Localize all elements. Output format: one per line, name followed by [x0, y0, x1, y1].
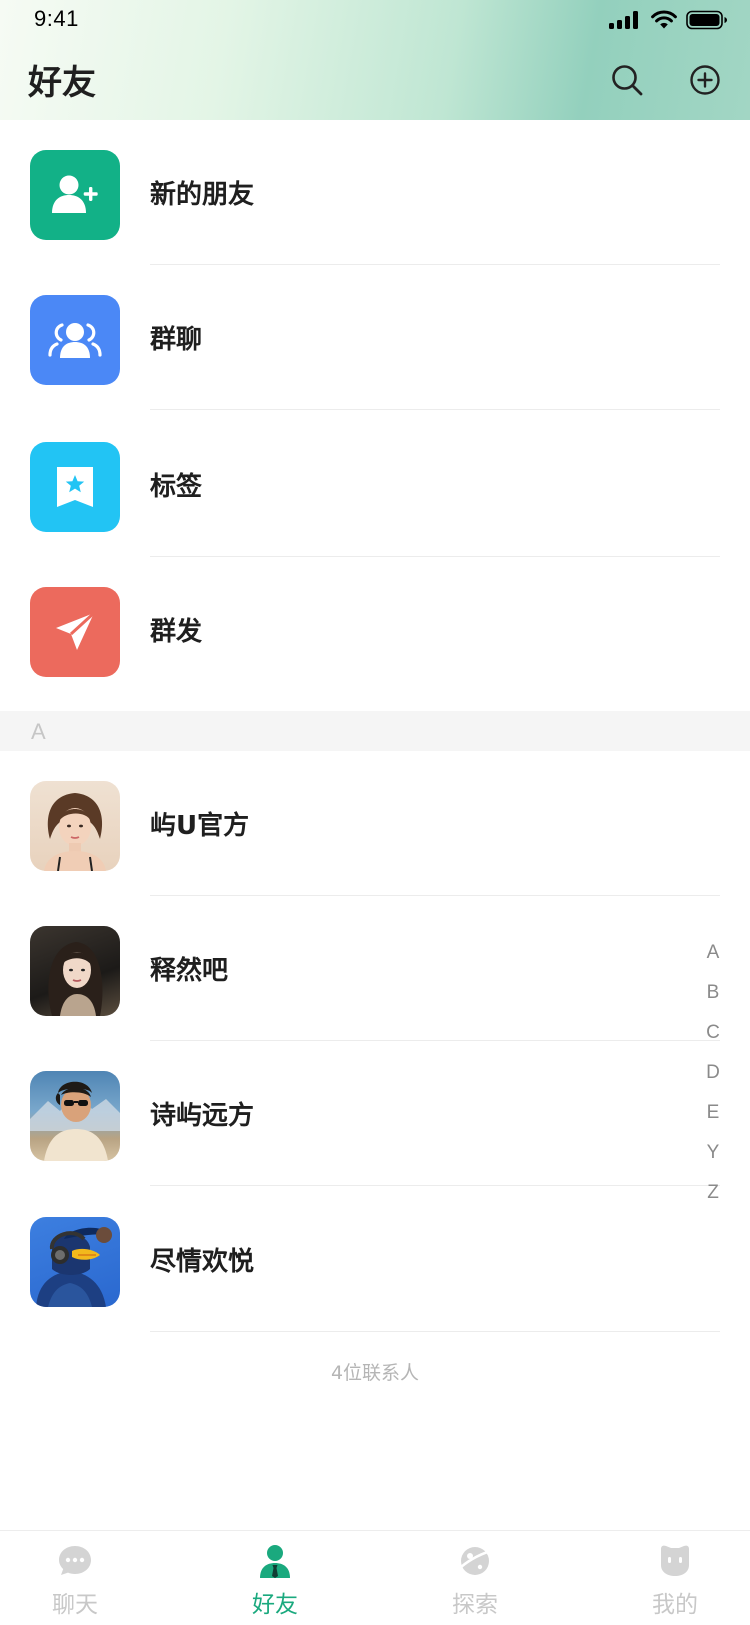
index-letter[interactable]: B	[707, 973, 720, 1013]
tags-label: 标签	[150, 472, 203, 502]
avatar-woman-long-hair	[48, 942, 103, 1016]
new-friends-row[interactable]: 新的朋友	[0, 150, 750, 265]
tags-row[interactable]: 标签	[0, 442, 750, 557]
avatar-man-sunglasses	[30, 1081, 120, 1161]
avatar	[30, 1071, 120, 1161]
new-friends-tile	[30, 150, 120, 240]
contact-name: 释然吧	[150, 956, 229, 986]
alphabet-index[interactable]: A B C D E Y Z	[702, 933, 724, 1213]
avatar	[30, 926, 120, 1016]
group-chat-row[interactable]: 群聊	[0, 295, 750, 410]
status-icons	[608, 8, 728, 32]
wifi-icon	[651, 10, 677, 29]
contact-name: 诗屿远方	[150, 1101, 255, 1131]
avatar	[30, 781, 120, 871]
contact-row[interactable]: 屿U官方	[0, 781, 750, 896]
search-icon	[612, 65, 643, 96]
top-header: 9:41 好友	[0, 0, 750, 120]
chat-bubble-icon	[59, 1546, 91, 1575]
avatar-woman-short-hair	[44, 793, 106, 871]
search-button[interactable]	[607, 60, 647, 100]
tab-friends[interactable]: 好友	[215, 1531, 335, 1625]
row-divider	[150, 409, 720, 410]
index-letter[interactable]: E	[707, 1093, 720, 1133]
broadcast-label: 群发	[150, 617, 203, 647]
add-button[interactable]	[685, 60, 725, 100]
avatar-figure-headphones	[36, 1227, 112, 1307]
row-divider	[150, 1040, 720, 1041]
index-letter[interactable]: A	[707, 933, 720, 973]
broadcast-tile	[30, 587, 120, 677]
group-chat-tile	[30, 295, 120, 385]
new-friends-label: 新的朋友	[150, 180, 255, 210]
contact-row[interactable]: 尽情欢悦	[0, 1217, 750, 1332]
tab-explore-label: 探索	[452, 1592, 498, 1618]
tags-tile	[30, 442, 120, 532]
row-divider	[150, 895, 720, 896]
tab-chat[interactable]: 聊天	[15, 1531, 135, 1625]
contact-name: 尽情欢悦	[150, 1247, 255, 1277]
section-letter: A	[31, 719, 46, 744]
row-divider	[150, 264, 720, 265]
index-letter[interactable]: Y	[707, 1133, 720, 1173]
tab-me[interactable]: 我的	[615, 1531, 735, 1625]
add-friend-icon	[52, 175, 98, 213]
tag-bookmark-icon	[57, 467, 93, 507]
contact-name: 屿U官方	[150, 811, 250, 841]
index-letter[interactable]: C	[706, 1013, 720, 1053]
battery-icon	[686, 10, 727, 30]
tab-chat-label: 聊天	[52, 1592, 98, 1618]
face-icon	[661, 1545, 689, 1576]
avatar	[30, 1217, 120, 1307]
index-letter[interactable]: D	[706, 1053, 720, 1093]
section-header: A	[0, 711, 750, 751]
group-chat-label: 群聊	[150, 325, 203, 355]
tab-explore[interactable]: 探索	[415, 1531, 535, 1625]
tab-me-label: 我的	[652, 1592, 698, 1618]
row-divider	[150, 1185, 720, 1186]
bottom-tab-bar: 聊天 好友 探索 我的	[0, 1530, 750, 1625]
row-divider	[150, 1331, 720, 1332]
contact-row[interactable]: 诗屿远方	[0, 1071, 750, 1186]
paper-plane-icon	[56, 611, 96, 650]
broadcast-row[interactable]: 群发	[0, 587, 750, 682]
add-circle-icon	[690, 65, 720, 95]
index-letter[interactable]: Z	[707, 1173, 719, 1213]
person-icon	[260, 1545, 290, 1578]
cellular-signal-icon	[609, 11, 638, 29]
contact-row[interactable]: 释然吧	[0, 926, 750, 1041]
row-divider	[150, 556, 720, 557]
planet-icon	[458, 1547, 492, 1575]
status-time: 9:41	[34, 6, 79, 31]
group-chat-icon	[48, 323, 102, 358]
tab-friends-label: 好友	[252, 1592, 298, 1618]
contact-count: 4位联系人	[330, 1362, 420, 1384]
page-title: 好友	[28, 63, 96, 103]
